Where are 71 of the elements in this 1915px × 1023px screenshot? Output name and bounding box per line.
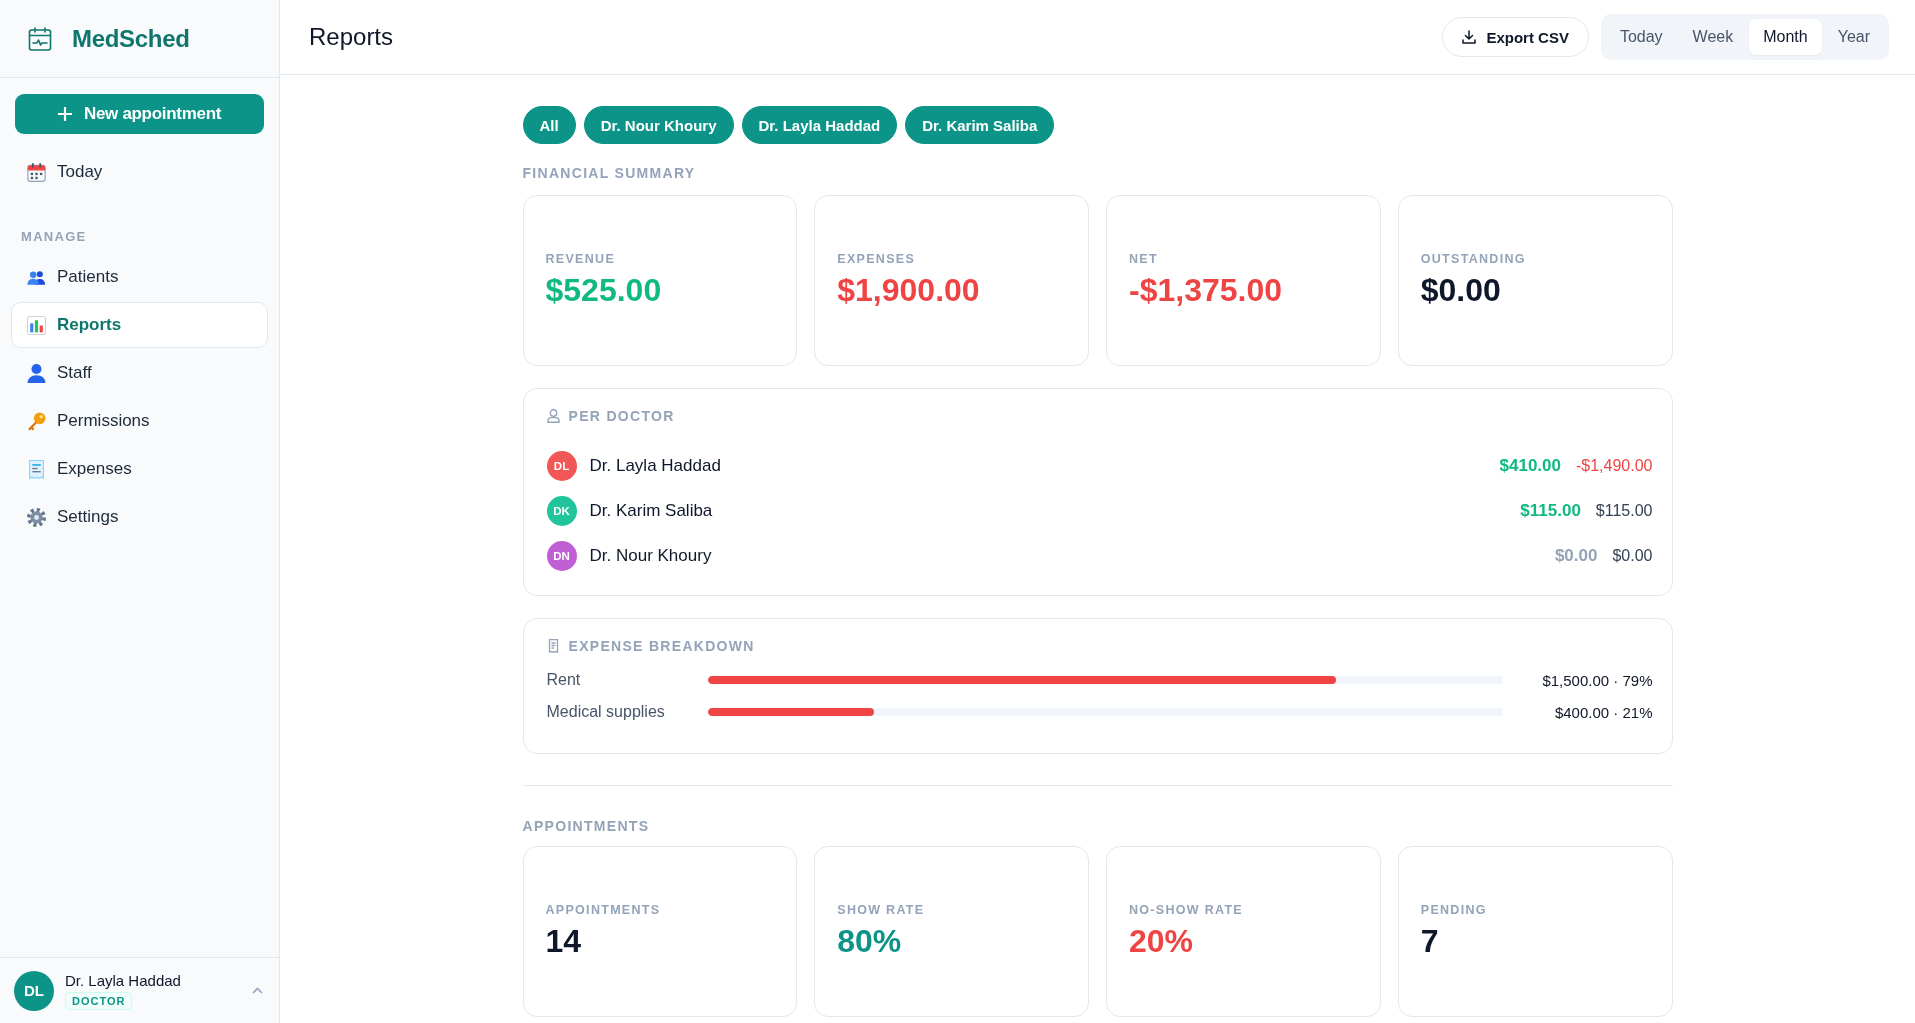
doctor-name: Dr. Karim Saliba: [589, 500, 713, 521]
doctor-name: Dr. Nour Khoury: [589, 545, 712, 566]
doctor-revenue: $0.00: [1554, 545, 1598, 566]
nav-item[interactable]: Expenses: [11, 446, 268, 492]
expense-amount: $1,500.00 · 79%: [1542, 671, 1653, 689]
stat-label: SHOW RATE: [837, 903, 925, 917]
stat-label: APPOINTMENTS: [545, 903, 661, 917]
doctor-net: $115.00: [1595, 501, 1653, 520]
role-badge: DOCTOR: [65, 991, 133, 1010]
doctor-revenue: $410.00: [1499, 455, 1561, 476]
calendar-pulse-logo-icon: [28, 26, 52, 51]
stat-value: 80%: [837, 923, 902, 960]
export-csv-button[interactable]: Export CSV: [1442, 17, 1589, 57]
doctor-net: $0.00: [1612, 546, 1653, 565]
calendar-icon: [27, 162, 46, 182]
stat-label: OUTSTANDING: [1420, 252, 1526, 266]
person-icon: [27, 363, 46, 383]
user-avatar: DL: [14, 970, 54, 1011]
key-icon: [27, 411, 46, 431]
receipt-icon: [27, 459, 46, 479]
stat-value: $525.00: [545, 272, 662, 309]
stat-label: NET: [1129, 252, 1158, 266]
nav-item[interactable]: Today: [11, 149, 268, 195]
receipt-icon: [546, 639, 560, 653]
stat-value: 7: [1420, 923, 1439, 960]
stat-value: $1,900.00: [837, 272, 980, 309]
expense-label: Rent: [546, 671, 581, 689]
stat-label: REVENUE: [545, 252, 616, 266]
stat-label: EXPENSES: [837, 252, 916, 266]
user-name: Dr. Layla Haddad: [65, 971, 181, 989]
doctor-name: Dr. Layla Haddad: [589, 455, 721, 476]
expense-label: Medical supplies: [546, 703, 665, 721]
person-icon: [546, 409, 560, 423]
section-title: EXPENSE BREAKDOWN: [568, 638, 755, 654]
period-tab[interactable]: Today: [1605, 19, 1677, 55]
expense-amount: $400.00 · 21%: [1554, 703, 1653, 721]
section-title: APPOINTMENTS: [522, 818, 650, 834]
download-icon: [1462, 30, 1477, 44]
section-title: FINANCIAL SUMMARY: [522, 165, 696, 181]
stat-label: PENDING: [1420, 903, 1487, 917]
stat-value: $0.00: [1420, 272, 1501, 309]
stat-value: 14: [545, 923, 582, 960]
section-label: MANAGE: [21, 229, 87, 245]
chevron-up-icon[interactable]: [252, 987, 263, 994]
brand-name: MedSched: [72, 24, 190, 53]
nav-item[interactable]: Permissions: [11, 398, 268, 444]
doctor-avatar: DK: [546, 495, 577, 526]
stat-label: NO-SHOW RATE: [1129, 903, 1243, 917]
filter-chip[interactable]: Dr. Nour Khoury: [583, 106, 734, 144]
period-tab[interactable]: Month: [1749, 19, 1822, 55]
plus-icon: [57, 107, 72, 121]
page-title: Reports: [309, 23, 394, 51]
nav-item[interactable]: Settings: [11, 494, 268, 540]
period-tab[interactable]: Year: [1823, 19, 1884, 55]
filter-chip[interactable]: Dr. Karim Saliba: [905, 106, 1055, 144]
doctor-avatar: DL: [546, 450, 577, 481]
nav-item[interactable]: Patients: [11, 254, 268, 300]
doctor-revenue: $115.00: [1520, 500, 1581, 521]
bar-chart-icon: [27, 315, 46, 335]
doctor-avatar: DN: [546, 540, 577, 571]
stat-value: -$1,375.00: [1129, 272, 1282, 309]
gear-icon: [27, 507, 46, 527]
filter-chip[interactable]: All: [522, 106, 576, 144]
nav-item[interactable]: Reports: [11, 302, 268, 348]
new-appointment-button[interactable]: New appointment: [15, 94, 264, 134]
period-tab[interactable]: Week: [1678, 19, 1748, 55]
nav-item[interactable]: Staff: [11, 350, 268, 396]
filter-chip[interactable]: Dr. Layla Haddad: [741, 106, 898, 144]
stat-value: 20%: [1129, 923, 1194, 960]
doctor-net: -$1,490.00: [1576, 456, 1653, 475]
section-title: PER DOCTOR: [568, 408, 675, 424]
